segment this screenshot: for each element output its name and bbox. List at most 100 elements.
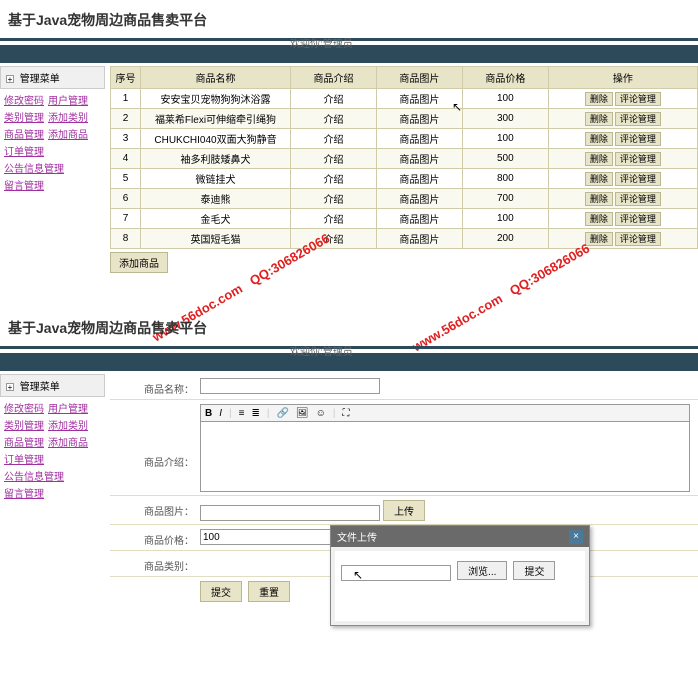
comment-mgmt-button[interactable]: 评论管理: [615, 132, 661, 146]
delete-button[interactable]: 删除: [585, 92, 613, 106]
sidebar-link[interactable]: 添加商品: [48, 434, 88, 449]
sidebar-link[interactable]: 添加商品: [48, 126, 88, 141]
sidebar-link[interactable]: 用户管理: [48, 400, 88, 415]
cell: 8: [111, 229, 141, 249]
comment-mgmt-button[interactable]: 评论管理: [615, 152, 661, 166]
cell: 商品图片: [376, 109, 462, 129]
cell-actions: 删除评论管理: [548, 109, 697, 129]
delete-button[interactable]: 删除: [585, 132, 613, 146]
cell-actions: 删除评论管理: [548, 149, 697, 169]
list-ol-icon[interactable]: ≡: [237, 408, 247, 419]
pic-input[interactable]: [200, 505, 380, 521]
reset-button[interactable]: 重置: [248, 581, 290, 602]
table-row: 3CHUKCHI040双面大狗静音介绍商品图片100删除评论管理: [111, 129, 698, 149]
sidebar-title[interactable]: + 管理菜单: [0, 66, 105, 89]
sidebar-link[interactable]: 订单管理: [4, 451, 44, 466]
welcome-text: 欢迎你:管理员: [290, 35, 353, 50]
comment-mgmt-button[interactable]: 评论管理: [615, 192, 661, 206]
italic-icon[interactable]: I: [217, 408, 224, 419]
cell-actions: 删除评论管理: [548, 129, 697, 149]
expand-icon[interactable]: +: [6, 75, 14, 83]
cell: 微链挂犬: [141, 169, 291, 189]
submit-button[interactable]: 提交: [200, 581, 242, 602]
table-row: 7金毛犬介绍商品图片100删除评论管理: [111, 209, 698, 229]
modal-submit-button[interactable]: 提交: [513, 561, 555, 580]
cell: 金毛犬: [141, 209, 291, 229]
delete-button[interactable]: 删除: [585, 192, 613, 206]
sidebar-link[interactable]: 添加类别: [48, 109, 88, 124]
cell: 介绍: [291, 89, 377, 109]
sidebar-link[interactable]: 类别管理: [4, 109, 44, 124]
cell: 商品图片: [376, 209, 462, 229]
modal-titlebar[interactable]: 文件上传 ×: [331, 526, 589, 547]
upload-button[interactable]: 上传: [383, 500, 425, 521]
cell: 商品图片: [376, 189, 462, 209]
table-row: 4袖多利肢矮鼻犬介绍商品图片500删除评论管理: [111, 149, 698, 169]
delete-button[interactable]: 删除: [585, 212, 613, 226]
cell: 6: [111, 189, 141, 209]
comment-mgmt-button[interactable]: 评论管理: [615, 92, 661, 106]
delete-button[interactable]: 删除: [585, 172, 613, 186]
cell: 英国短毛猫: [141, 229, 291, 249]
bold-icon[interactable]: B: [203, 408, 214, 419]
link-icon[interactable]: 🔗: [274, 408, 290, 419]
delete-button[interactable]: 删除: [585, 112, 613, 126]
expand-icon[interactable]: +: [6, 383, 14, 391]
cell: 福莱希Flexi可伸缩牵引绳狗: [141, 109, 291, 129]
cell: 5: [111, 169, 141, 189]
product-table: 序号商品名称商品介绍商品图片商品价格操作 1安安宝贝宠物狗狗沐浴露介绍商品图片1…: [110, 66, 698, 249]
sidebar-title[interactable]: + 管理菜单: [0, 374, 105, 397]
cell: 800: [462, 169, 548, 189]
sidebar-link[interactable]: 修改密码: [4, 400, 44, 415]
cell: 介绍: [291, 169, 377, 189]
emoji-icon[interactable]: ☺: [314, 408, 328, 419]
cell-actions: 删除评论管理: [548, 89, 697, 109]
comment-mgmt-button[interactable]: 评论管理: [615, 212, 661, 226]
cell: 3: [111, 129, 141, 149]
cell: 4: [111, 149, 141, 169]
sidebar-link[interactable]: 修改密码: [4, 92, 44, 107]
sidebar-title-text: 管理菜单: [20, 74, 60, 85]
sidebar-links: 修改密码用户管理类别管理添加类别商品管理添加商品订单管理公告信息管理留言管理: [0, 397, 105, 503]
cell: 安安宝贝宠物狗狗沐浴露: [141, 89, 291, 109]
table-row: 1安安宝贝宠物狗狗沐浴露介绍商品图片100删除评论管理: [111, 89, 698, 109]
table-row: 2福莱希Flexi可伸缩牵引绳狗介绍商品图片300删除评论管理: [111, 109, 698, 129]
sidebar-link[interactable]: 类别管理: [4, 417, 44, 432]
cell: 介绍: [291, 229, 377, 249]
browse-button[interactable]: 浏览...: [457, 561, 507, 580]
sidebar-link[interactable]: 订单管理: [4, 143, 44, 158]
col-header: 商品介绍: [291, 67, 377, 89]
cell: 500: [462, 149, 548, 169]
cell-actions: 删除评论管理: [548, 169, 697, 189]
main-content: 序号商品名称商品介绍商品图片商品价格操作 1安安宝贝宠物狗狗沐浴露介绍商品图片1…: [105, 66, 698, 273]
sidebar-link[interactable]: 用户管理: [48, 92, 88, 107]
add-product-link[interactable]: 添加商品: [110, 252, 168, 273]
sidebar-link[interactable]: 商品管理: [4, 126, 44, 141]
sidebar-link[interactable]: 公告信息管理: [4, 160, 64, 175]
fullscreen-icon[interactable]: ⛶: [340, 408, 351, 419]
cell: 300: [462, 109, 548, 129]
cell: 介绍: [291, 129, 377, 149]
sidebar-link[interactable]: 添加类别: [48, 417, 88, 432]
comment-mgmt-button[interactable]: 评论管理: [615, 232, 661, 246]
col-header: 序号: [111, 67, 141, 89]
delete-button[interactable]: 删除: [585, 232, 613, 246]
cell: 商品图片: [376, 169, 462, 189]
close-icon[interactable]: ×: [569, 530, 583, 544]
editor-textarea[interactable]: [200, 422, 690, 492]
sidebar-link[interactable]: 留言管理: [4, 177, 44, 192]
sidebar-link[interactable]: 留言管理: [4, 485, 44, 500]
sidebar-link[interactable]: 商品管理: [4, 434, 44, 449]
file-input[interactable]: [341, 565, 451, 581]
comment-mgmt-button[interactable]: 评论管理: [615, 112, 661, 126]
cell: 泰迪熊: [141, 189, 291, 209]
comment-mgmt-button[interactable]: 评论管理: [615, 172, 661, 186]
cell: 介绍: [291, 209, 377, 229]
name-input[interactable]: [200, 378, 380, 394]
delete-button[interactable]: 删除: [585, 152, 613, 166]
list-ul-icon[interactable]: ≣: [249, 408, 261, 419]
sidebar-title-text: 管理菜单: [20, 382, 60, 393]
image-icon[interactable]: 🖼: [294, 408, 311, 419]
sidebar-link[interactable]: 公告信息管理: [4, 468, 64, 483]
cell: 介绍: [291, 109, 377, 129]
